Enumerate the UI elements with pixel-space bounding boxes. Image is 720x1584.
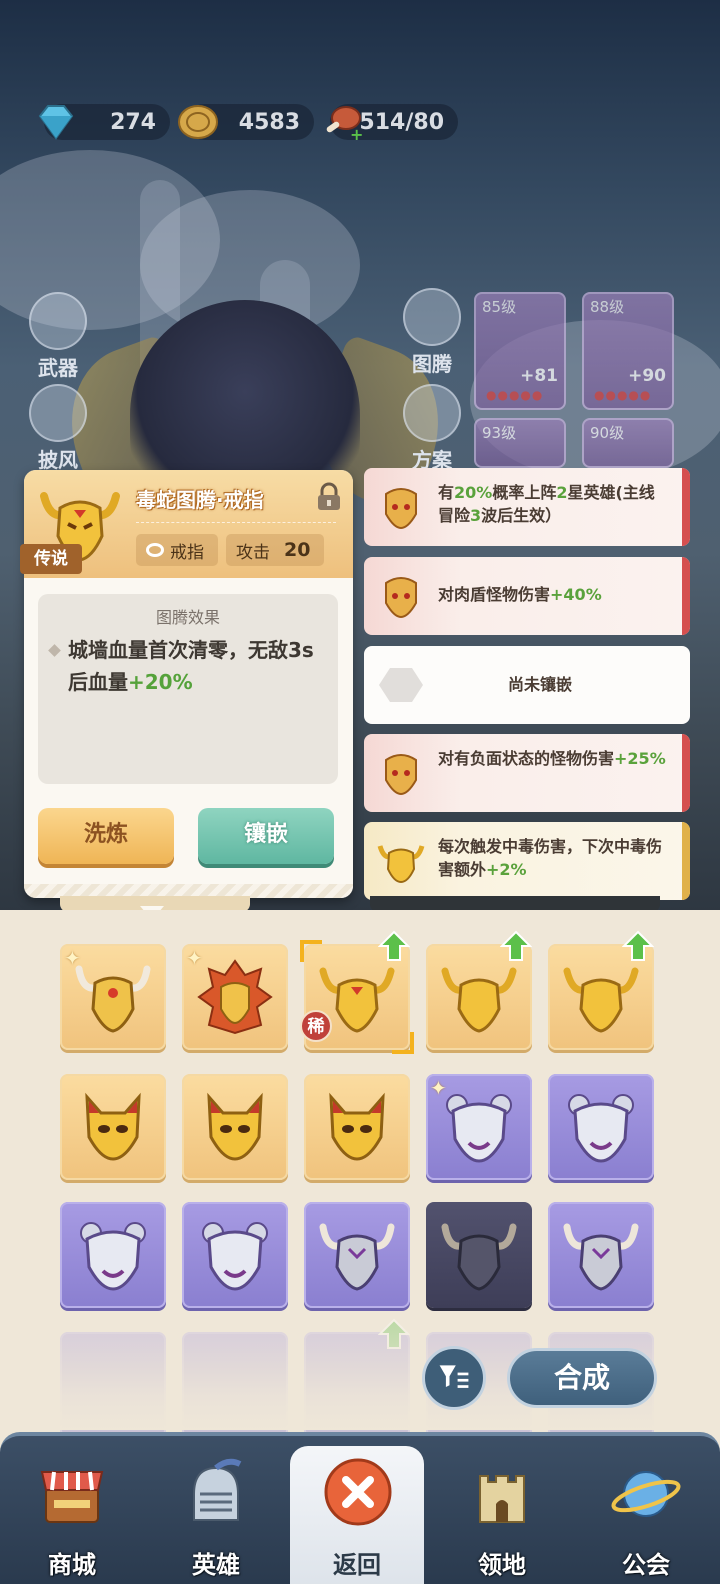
upgrade-arrow-icon [500,930,532,961]
silver-bull-mask-icon [563,1223,639,1291]
nav-territory[interactable]: 领地 [430,1436,574,1584]
stamina-value: 514/80 [359,109,444,135]
castle-icon [479,1475,525,1523]
filter-button[interactable] [422,1346,486,1410]
silver-bull-mask-icon [319,1223,395,1291]
diamond-counter[interactable]: 274 [38,104,170,140]
upgrade-arrow-icon [378,930,410,961]
item-title: 毒蛇图腾·戒指 [136,488,264,512]
inventory-item[interactable] [182,1074,288,1180]
equipped-card[interactable]: 88级 +90 ●●●●● [582,292,674,410]
golden-bull-mask-icon [441,967,517,1033]
cloak-icon [29,384,87,442]
affix-text: 对有负面状态的怪物伤害+25% [438,749,666,768]
inventory-item[interactable]: ✦ [60,944,166,1050]
affix-slot[interactable]: 对肉盾怪物伤害+40% [364,557,690,635]
merge-button[interactable]: 合成 [507,1348,657,1408]
diamond-icon [38,105,74,140]
serpent-totem-icon [385,488,417,530]
totem-effect-box: 图腾效果 城墙血量首次清零，无敌3s后血量+20% [38,594,338,784]
inventory-item[interactable] [60,1074,166,1180]
inventory-item[interactable] [60,1202,166,1308]
inventory-item[interactable] [304,1074,410,1180]
affix-text: 尚未镶嵌 [507,675,572,694]
lock-icon[interactable] [315,482,343,512]
diamond-value: 274 [110,109,156,135]
totem-icon [403,288,461,346]
bullet-icon [48,644,61,657]
equipped-card[interactable]: 90级 [582,418,674,468]
totem-button[interactable]: 图腾 [392,288,472,377]
upgrade-arrow-icon [622,930,654,961]
attack-stat-tag: 攻击 20 [226,534,324,566]
effect-description: 城墙血量首次清零，无敌3s后血量+20% [68,638,314,694]
affix-text: 有20%概率上阵2星英雄(主线冒险3波后生效） [438,483,655,525]
shop-icon [40,1471,104,1523]
inventory-item[interactable] [548,1074,654,1180]
affix-slot[interactable]: 每次触发中毒伤害，下次中毒伤害额外+2% [364,822,690,900]
coin-icon [178,105,218,139]
inventory-item[interactable] [548,930,654,1050]
rare-badge: 稀 [300,1010,332,1042]
bull-skull-mask-icon [75,965,151,1033]
inventory-item[interactable] [304,1202,410,1308]
cat-mask-icon [85,1092,141,1161]
affix-text: 对肉盾怪物伤害+40% [438,585,602,604]
coin-value: 4583 [238,109,300,135]
affix-slot-empty[interactable]: 尚未镶嵌 [364,646,690,724]
nav-back[interactable]: 返回 [290,1446,424,1584]
wash-button[interactable]: 洗炼 [38,808,174,864]
meat-icon: + [326,106,363,144]
nav-guild[interactable]: 公会 [574,1436,718,1584]
bear-mask-icon [446,1094,512,1163]
cat-mask-icon [207,1092,263,1161]
affix-slot[interactable]: 对有负面状态的怪物伤害+25% [364,734,690,812]
inlay-button[interactable]: 镶嵌 [198,808,334,864]
stamina-counter[interactable]: + 514/80 [326,104,458,144]
rarity-badge: 传说 [20,544,82,574]
affix-slot[interactable]: 有20%概率上阵2星英雄(主线冒险3波后生效） [364,468,690,546]
dark-bull-mask-icon [441,1223,517,1291]
equipped-card[interactable]: 85级 +81 ●●●●● [474,292,566,410]
close-icon [324,1458,392,1526]
inventory-item[interactable] [182,1202,288,1308]
weapon-icon [29,292,87,350]
planet-icon [611,1471,681,1517]
bottom-navigation: 商城 英雄 返回 领地 公会 [0,1432,720,1584]
coin-counter[interactable]: 4583 [178,104,314,140]
golden-bull-mask-icon [563,967,639,1033]
inventory-item[interactable] [426,1202,532,1308]
serpent-totem-icon [385,754,417,796]
lion-mask-icon [197,959,273,1035]
nav-hero[interactable]: 英雄 [144,1436,288,1584]
plan-icon [403,384,461,442]
inventory-item[interactable] [426,930,532,1050]
inventory-item-selected[interactable]: 稀 [300,930,414,1054]
weapon-button[interactable]: 武器 [18,292,98,381]
equipped-card[interactable]: 93级 [474,418,566,468]
cloak-button[interactable]: 披风 [18,384,98,473]
empty-hexagon-icon [379,668,423,702]
bear-mask-icon [202,1222,268,1291]
golden-bull-mask-icon [377,845,425,884]
serpent-totem-icon [385,577,417,619]
helmet-icon [193,1458,242,1521]
inventory-item[interactable]: ✦ [426,1074,532,1180]
cat-mask-icon [329,1092,385,1161]
nav-shop[interactable]: 商城 [0,1436,144,1584]
ring-icon [146,543,164,557]
inventory-item[interactable]: ✦ [182,944,288,1050]
svg-text:+: + [350,125,363,144]
bear-mask-icon [568,1094,634,1163]
plan-button[interactable]: 方案 [392,384,472,473]
inventory-item[interactable] [548,1202,654,1308]
affix-text: 每次触发中毒伤害，下次中毒伤害额外+2% [438,837,663,879]
slot-type-tag: 戒指 [136,534,218,566]
bear-mask-icon [80,1222,146,1291]
filter-icon [439,1365,469,1388]
